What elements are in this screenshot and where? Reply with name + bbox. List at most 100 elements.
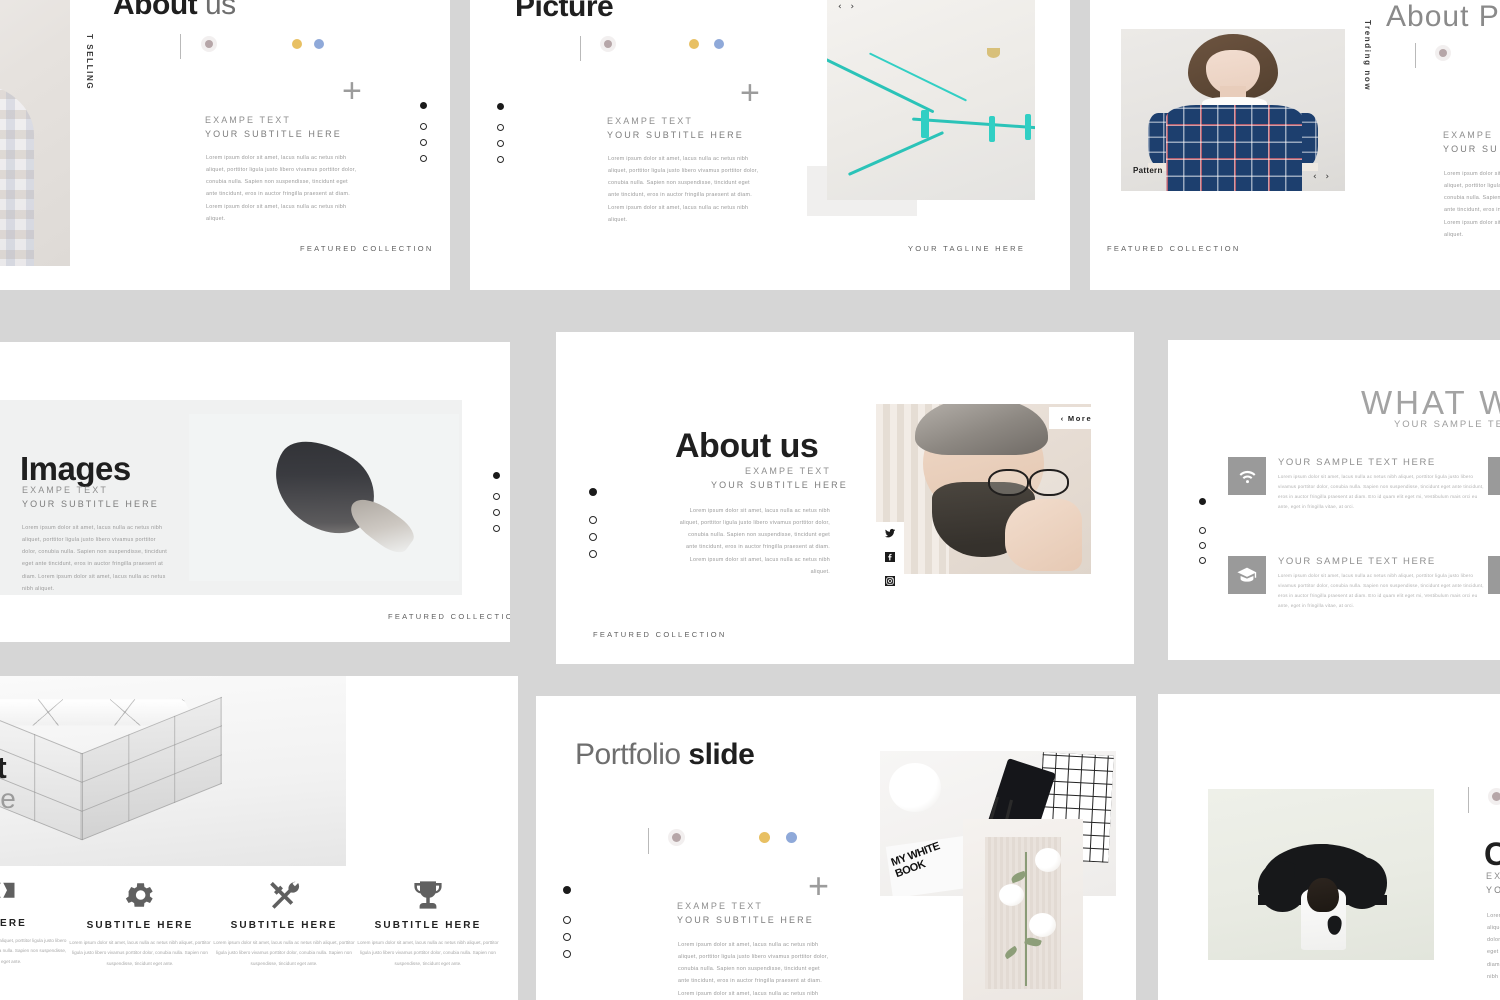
pager-dot[interactable] [420,139,427,146]
title-light: Portfolio [575,738,681,771]
gear-icon [68,879,212,911]
swatch-mauve-selected[interactable] [600,36,616,52]
slide-what-we-do[interactable]: WHAT WE D YOUR SAMPLE TEXT H YOUR SAMPLE… [1168,340,1500,660]
swatch-blue[interactable] [314,39,324,49]
eyebrow: EXAMPE YOUR SU [1443,129,1499,157]
body-text: Lorem ipsum dolor sit amet, lacus nulla … [1487,913,1500,980]
service-column-3[interactable]: SUBTITLE HERE Lorem ipsum dolor sit amet… [212,879,356,969]
slide-images[interactable]: Images EXAMPE TEXT YOUR SUBTITLE HERE Lo… [0,342,510,642]
slide-title-light: ice [0,783,17,814]
pager-dot[interactable] [1199,542,1206,549]
pager-dot-active[interactable] [497,103,504,110]
swatch-mauve-selected[interactable] [668,829,685,846]
service-column-1[interactable]: E HERE met, lacus nulla ac netus nibh al… [0,879,68,967]
pager-dot[interactable] [563,933,571,941]
eyebrow-line-1: EXAMPE [1443,130,1494,140]
service-column-4[interactable]: SUBTITLE HERE Lorem ipsum dolor sit amet… [356,879,500,969]
pager-dot-active[interactable] [563,886,571,894]
pager-dot[interactable] [497,124,504,131]
slide-pager[interactable] [1199,498,1206,564]
pager-dot[interactable] [493,525,500,532]
slide-about-picture[interactable]: Pattern ‹ › Trending now About Pic EXAMP… [1090,0,1500,290]
slide-pager[interactable] [563,886,571,958]
slide-pager[interactable] [493,472,500,532]
pager-dot[interactable] [563,916,571,924]
eyebrow-line-2: YOUR SUBTITLE HERE [205,128,342,139]
swatch-mauve-dot [672,833,681,842]
slide-pager[interactable] [589,488,597,558]
pager-dot[interactable] [563,950,571,958]
slide-about-service[interactable]: ut ice E HERE met, lacus nulla ac netus … [0,676,518,1000]
footer-label: FEATURED COLLECTION [593,630,727,639]
swatch-blue[interactable] [786,832,797,843]
pager-dot[interactable] [497,140,504,147]
pager-dot[interactable] [589,516,597,524]
pager-dot-active[interactable] [420,102,427,109]
slide-title: Picture [515,0,614,23]
divider-bar [180,34,181,59]
photo-cube [0,676,346,866]
service-subtitle: SUBTITLE HERE [86,920,194,931]
slide-subtitle: YOUR SAMPLE TEXT H [1394,419,1500,430]
facebook-icon[interactable] [885,549,895,567]
pager-dot-active[interactable] [589,488,597,496]
swatch-mauve-selected[interactable] [1488,788,1500,805]
service-body: Lorem ipsum dolor sit amet, lacus nulla … [213,940,355,966]
slide-pager[interactable] [497,103,504,163]
pager-dot[interactable] [589,533,597,541]
pager-dot[interactable] [589,550,597,558]
pager-dot[interactable] [1199,557,1206,564]
service-subtitle: SUBTITLE HERE [374,920,482,931]
pager-dot[interactable] [420,123,427,130]
feature-item-2[interactable]: YOUR SAMPLE TEXT HERE Lorem ipsum dolor … [1228,556,1484,611]
eyebrow-line-2: YOUR SUBTITLE HERE [677,914,814,925]
feature-heading: YOUR SAMPLE TEXT HERE [1278,457,1436,468]
slide-about-us-girl[interactable]: T SELLING About us + EXAMPE TEXT YOUR SU… [0,0,450,290]
footer-label: YOUR TAGLINE HERE [908,244,1026,253]
pager-dot[interactable] [1199,527,1206,534]
social-links[interactable] [876,522,904,594]
eyebrow: EXAMPE TEXT YOUR SUBTITLE HERE [607,115,744,143]
pager-dot[interactable] [493,493,500,500]
slide-cloud[interactable]: C EX YO Lorem ipsum dolor sit amet, lacu… [1158,694,1500,1000]
trophy-icon [356,879,500,911]
pager-dot[interactable] [420,155,427,162]
slide-about-us-man[interactable]: About us EXAMPE TEXT YOUR SUBTITLE HERE … [556,332,1134,664]
photo-girl [0,0,70,266]
carousel-arrows[interactable]: ‹ › [1313,172,1332,182]
twitter-icon[interactable] [885,525,895,543]
title-light: us [204,0,236,21]
slide-picture[interactable]: Picture + EXAMPE TEXT YOUR SUBTITLE HERE… [470,0,1070,290]
pager-dot-active[interactable] [493,472,500,479]
feature-heading: YOUR SAMPLE TEXT HERE [1278,556,1436,567]
photo-roses [963,819,1083,1000]
body-text: Lorem ipsum dolor sit amet, lacus nulla … [679,508,830,575]
swatch-mauve-dot [604,40,612,48]
body-text: Lorem ipsum dolor sit amet, lacus nulla … [678,942,829,997]
instagram-icon[interactable] [885,573,895,591]
eyebrow-line-1: EXAMPE TEXT [22,485,108,495]
swatch-blue[interactable] [714,39,724,49]
swatch-yellow[interactable] [759,832,770,843]
feature-item-1[interactable]: YOUR SAMPLE TEXT HERE Lorem ipsum dolor … [1228,457,1484,512]
feature-item-4[interactable] [1488,556,1500,594]
swatch-yellow[interactable] [689,39,699,49]
slide-portfolio[interactable]: Portfolio slide + EXAMPE TEXT YOUR SUBTI… [536,696,1136,1000]
service-column-2[interactable]: SUBTITLE HERE Lorem ipsum dolor sit amet… [68,879,212,969]
pager-dot-active[interactable] [1199,498,1206,505]
swatch-yellow[interactable] [292,39,302,49]
swatch-mauve-selected[interactable] [201,36,217,52]
swatch-mauve-selected[interactable] [1435,45,1451,61]
body-text: Lorem ipsum dolor sit amet, lacus nulla … [206,155,357,222]
plus-icon: + [342,72,362,110]
feature-item-3[interactable] [1488,457,1500,495]
eyebrow-line-1: EXAMPE TEXT [607,116,693,126]
pager-dot[interactable] [493,509,500,516]
slide-pager[interactable] [420,102,427,162]
slide-title: About us [113,0,236,22]
carousel-arrows[interactable]: ‹ › [838,2,857,12]
more-button[interactable]: ‹ More [1049,407,1104,429]
eyebrow: EXAMPE TEXT YOUR SUBTITLE HERE [205,114,342,142]
pager-dot[interactable] [497,156,504,163]
body-text: Lorem ipsum dolor sit amet, lacus nulla … [1444,171,1500,238]
